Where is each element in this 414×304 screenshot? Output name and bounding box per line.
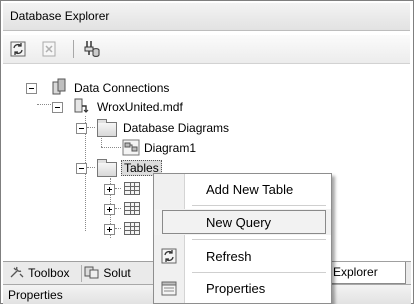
refresh-icon	[161, 248, 177, 264]
tree-connector	[115, 188, 121, 189]
collapse-icon[interactable]	[76, 163, 87, 174]
database-explorer-window: Database Explorer Data Connections WroxU…	[0, 0, 414, 304]
expand-icon[interactable]	[104, 184, 115, 195]
folder-icon	[97, 159, 117, 177]
menu-item-add-new-table[interactable]: Add New Table	[154, 176, 331, 202]
tab-label: Explorer	[333, 265, 378, 279]
collapse-icon[interactable]	[52, 102, 63, 113]
menu-item-new-query[interactable]: New Query	[154, 209, 331, 235]
data-connections-icon	[52, 78, 66, 95]
collapse-icon[interactable]	[26, 83, 37, 94]
panel-title: Database Explorer	[10, 9, 110, 23]
menu-item-refresh[interactable]: Refresh	[154, 243, 331, 269]
table-icon	[124, 222, 140, 235]
expand-icon[interactable]	[104, 204, 115, 215]
panel-title-bar: Database Explorer	[3, 3, 410, 31]
toolbox-icon	[10, 266, 24, 278]
connect-to-database-button[interactable]	[81, 39, 101, 59]
tree-node-table[interactable]	[3, 179, 153, 199]
tab-solution-explorer[interactable]: Solut	[81, 265, 144, 282]
database-file-icon	[74, 98, 89, 113]
toolbar-separator	[73, 40, 74, 58]
tab-database-explorer[interactable]: Explorer	[328, 262, 406, 284]
tree-label: WroxUnited.mdf	[97, 100, 183, 114]
menu-item-label: Refresh	[206, 249, 252, 264]
tab-toolbox[interactable]: Toolbox	[9, 265, 70, 282]
table-icon	[124, 182, 140, 195]
tab-label: Toolbox	[28, 266, 70, 280]
tree-connector	[87, 167, 95, 168]
tree-node-diagram1[interactable]: Diagram1	[3, 138, 403, 158]
menu-item-label: Properties	[206, 281, 266, 296]
tab-label: Solut	[103, 266, 131, 280]
tree-label: Data Connections	[74, 81, 170, 95]
tree-node-table[interactable]	[3, 199, 153, 219]
solution-explorer-icon	[84, 266, 99, 279]
tree-connector	[87, 127, 95, 128]
connect-to-database-icon	[84, 41, 100, 57]
refresh-button[interactable]	[8, 39, 28, 59]
tree-connector	[101, 147, 121, 148]
properties-icon	[161, 281, 177, 296]
tree-node-data-connections[interactable]: Data Connections	[3, 78, 403, 98]
diagram-icon	[122, 139, 140, 156]
collapse-icon[interactable]	[76, 123, 87, 134]
menu-item-label: New Query	[206, 215, 272, 230]
menu-separator	[192, 272, 326, 273]
refresh-icon	[10, 41, 26, 57]
stop-icon	[42, 41, 56, 57]
menu-separator	[192, 205, 326, 206]
menu-item-label: Add New Table	[206, 182, 294, 197]
tree-node-table[interactable]	[3, 219, 153, 239]
table-icon	[124, 202, 140, 215]
menu-separator	[192, 239, 326, 240]
folder-icon	[97, 119, 117, 137]
expand-icon[interactable]	[104, 224, 115, 235]
tree-label: Database Diagrams	[123, 121, 230, 135]
tree-node-database-diagrams[interactable]: Database Diagrams	[3, 118, 403, 138]
properties-title: Properties	[8, 288, 63, 302]
stop-button[interactable]	[39, 39, 59, 59]
explorer-toolbar	[3, 35, 410, 64]
context-menu: Add New Table New Query Refresh Properti…	[153, 173, 332, 304]
tree-label: Diagram1	[144, 141, 197, 155]
tree-node-wroxunited-mdf[interactable]: WroxUnited.mdf	[3, 97, 403, 117]
tree-connector	[115, 228, 121, 229]
menu-item-properties[interactable]: Properties	[154, 275, 331, 301]
tree-connector	[115, 208, 121, 209]
